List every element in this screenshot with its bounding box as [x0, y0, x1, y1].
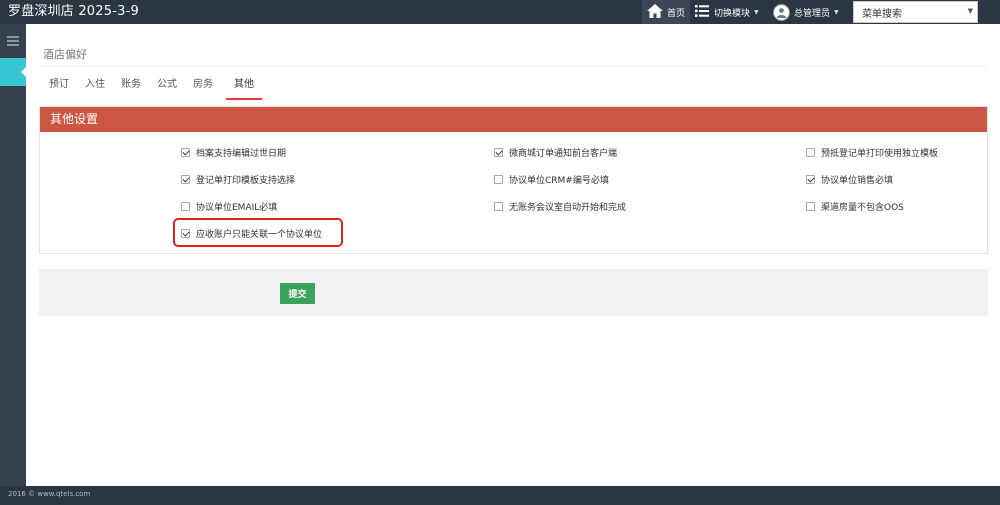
option-label: 协议单位销售必填: [821, 176, 894, 186]
checkbox[interactable]: [494, 202, 503, 211]
brand-title: 罗盘深圳店 2025-3-9: [8, 4, 139, 19]
checkbox[interactable]: [181, 175, 190, 184]
option-label: 预抵登记单打印使用独立模板: [821, 149, 939, 159]
top-bar: 罗盘深圳店 2025-3-9 首页 切换模块 ▼ 总管理员 ▼ 菜单搜索 ▼: [0, 0, 1000, 24]
chevron-down-icon: ▼: [967, 7, 973, 15]
submit-button[interactable]: 提交: [280, 283, 315, 304]
sidebar: [0, 24, 26, 486]
tab-booking[interactable]: 预订: [41, 76, 77, 100]
tab-accounts[interactable]: 账务: [113, 76, 149, 100]
option-label: 档案支持编辑过世日期: [196, 149, 287, 159]
option-label: 渠道房量不包含OOS: [821, 203, 904, 213]
option-crm-number-required[interactable]: 协议单位CRM#编号必填: [494, 173, 609, 186]
option-label: 无账务会议室自动开始和完成: [509, 203, 627, 213]
tab-bar: 预订 入住 账务 公式 房务 其他: [40, 76, 262, 100]
checkbox[interactable]: [806, 148, 815, 157]
option-wechat-order-notify[interactable]: 微商城订单通知前台客户端: [494, 146, 617, 159]
option-label: 登记单打印模板支持选择: [196, 176, 296, 186]
page-title: 酒店偏好: [43, 48, 87, 61]
menu-search-select[interactable]: 菜单搜索 ▼: [853, 1, 978, 23]
avatar: [773, 3, 790, 21]
tab-checkin[interactable]: 入住: [77, 76, 113, 100]
menu-search-value: 菜单搜索: [862, 8, 902, 20]
option-meeting-room-auto[interactable]: 无账务会议室自动开始和完成: [494, 200, 626, 213]
switch-module-dropdown[interactable]: 切换模块 ▼: [692, 0, 766, 24]
option-archive-edit-death-date[interactable]: 档案支持编辑过世日期: [181, 146, 286, 159]
checkbox[interactable]: [806, 175, 815, 184]
option-email-required[interactable]: 协议单位EMAIL必填: [181, 200, 277, 213]
sidebar-item-active[interactable]: [0, 58, 26, 86]
chevron-down-icon: ▼: [834, 8, 839, 16]
tab-formula[interactable]: 公式: [149, 76, 185, 100]
user-name: 总管理员: [794, 8, 831, 19]
home-link[interactable]: 首页: [642, 0, 690, 24]
option-channel-exclude-oos[interactable]: 渠道房量不包含OOS: [806, 200, 904, 213]
main-content: 酒店偏好 预订 入住 账务 公式 房务 其他 其他设置 档案支持编辑过世日期 微…: [26, 24, 1000, 486]
checkbox[interactable]: [494, 148, 503, 157]
option-label: 协议单位EMAIL必填: [196, 203, 278, 213]
footer-copyright: 2016 © www.qtels.com: [8, 490, 91, 498]
option-label: 微商城订单通知前台客户端: [509, 149, 618, 159]
user-menu[interactable]: 总管理员 ▼: [770, 0, 850, 24]
checkbox[interactable]: [806, 202, 815, 211]
sidebar-toggle-button[interactable]: [3, 33, 23, 49]
option-sales-required[interactable]: 协议单位销售必填: [806, 173, 893, 186]
checkbox[interactable]: [181, 202, 190, 211]
switch-module-label: 切换模块: [714, 8, 751, 19]
divider: [40, 66, 987, 67]
option-label: 协议单位CRM#编号必填: [509, 176, 609, 186]
home-icon: [647, 3, 663, 21]
tab-other[interactable]: 其他: [226, 76, 262, 100]
checkbox[interactable]: [494, 175, 503, 184]
option-prearrival-separate-template[interactable]: 预抵登记单打印使用独立模板: [806, 146, 938, 159]
highlight-box: [173, 218, 343, 247]
form-actions: 提交: [39, 269, 988, 316]
panel-title: 其他设置: [40, 107, 987, 132]
checkbox[interactable]: [181, 148, 190, 157]
list-icon: [695, 4, 709, 20]
tab-housekeeping[interactable]: 房务: [185, 76, 221, 100]
option-registration-template-select[interactable]: 登记单打印模板支持选择: [181, 173, 295, 186]
chevron-down-icon: ▼: [754, 8, 759, 16]
home-label: 首页: [667, 8, 686, 19]
